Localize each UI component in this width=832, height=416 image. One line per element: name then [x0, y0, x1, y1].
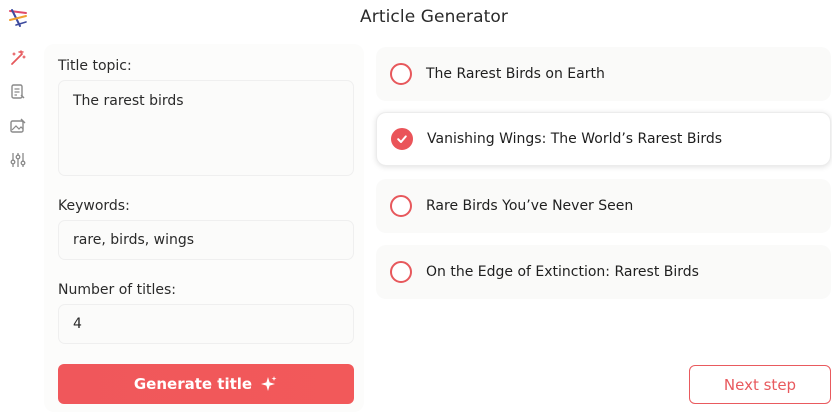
keywords-label: Keywords: — [58, 198, 130, 214]
topic-input[interactable]: The rarest birds — [58, 80, 354, 176]
radio-unchecked-icon[interactable] — [390, 195, 412, 217]
title-option-label: Rare Birds You’ve Never Seen — [426, 198, 634, 214]
topic-label: Title topic: — [58, 58, 132, 74]
title-option-selected[interactable]: Vanishing Wings: The World’s Rarest Bird… — [376, 112, 831, 166]
title-count-input[interactable]: 4 — [58, 304, 354, 344]
title-option[interactable]: Rare Birds You’ve Never Seen — [376, 179, 831, 233]
header: Article Generator — [36, 0, 832, 38]
page-title: Article Generator — [360, 7, 508, 27]
radio-unchecked-icon[interactable] — [390, 63, 412, 85]
title-option[interactable]: On the Edge of Extinction: Rarest Birds — [376, 245, 831, 299]
sparkle-icon — [261, 376, 277, 391]
title-option[interactable]: The Rarest Birds on Earth — [376, 47, 831, 101]
image-edit-icon[interactable] — [6, 114, 30, 138]
radio-unchecked-icon[interactable] — [390, 261, 412, 283]
next-step-button[interactable]: Next step — [689, 365, 831, 404]
generate-title-button[interactable]: Generate title — [58, 364, 354, 404]
radio-checked-icon[interactable] — [391, 128, 413, 150]
logo-icon[interactable] — [6, 6, 30, 30]
sliders-icon[interactable] — [6, 148, 30, 172]
magic-wand-icon[interactable] — [6, 46, 30, 70]
title-option-label: The Rarest Birds on Earth — [426, 66, 605, 82]
title-form: Title topic: The rarest birds Keywords: … — [44, 44, 364, 412]
sidebar-rail — [0, 0, 36, 416]
keywords-input[interactable]: rare, birds, wings — [58, 220, 354, 260]
title-option-label: On the Edge of Extinction: Rarest Birds — [426, 264, 699, 280]
title-count-label: Number of titles: — [58, 282, 177, 298]
title-option-label: Vanishing Wings: The World’s Rarest Bird… — [427, 131, 723, 147]
generate-title-label: Generate title — [133, 375, 253, 393]
document-edit-icon[interactable] — [6, 80, 30, 104]
